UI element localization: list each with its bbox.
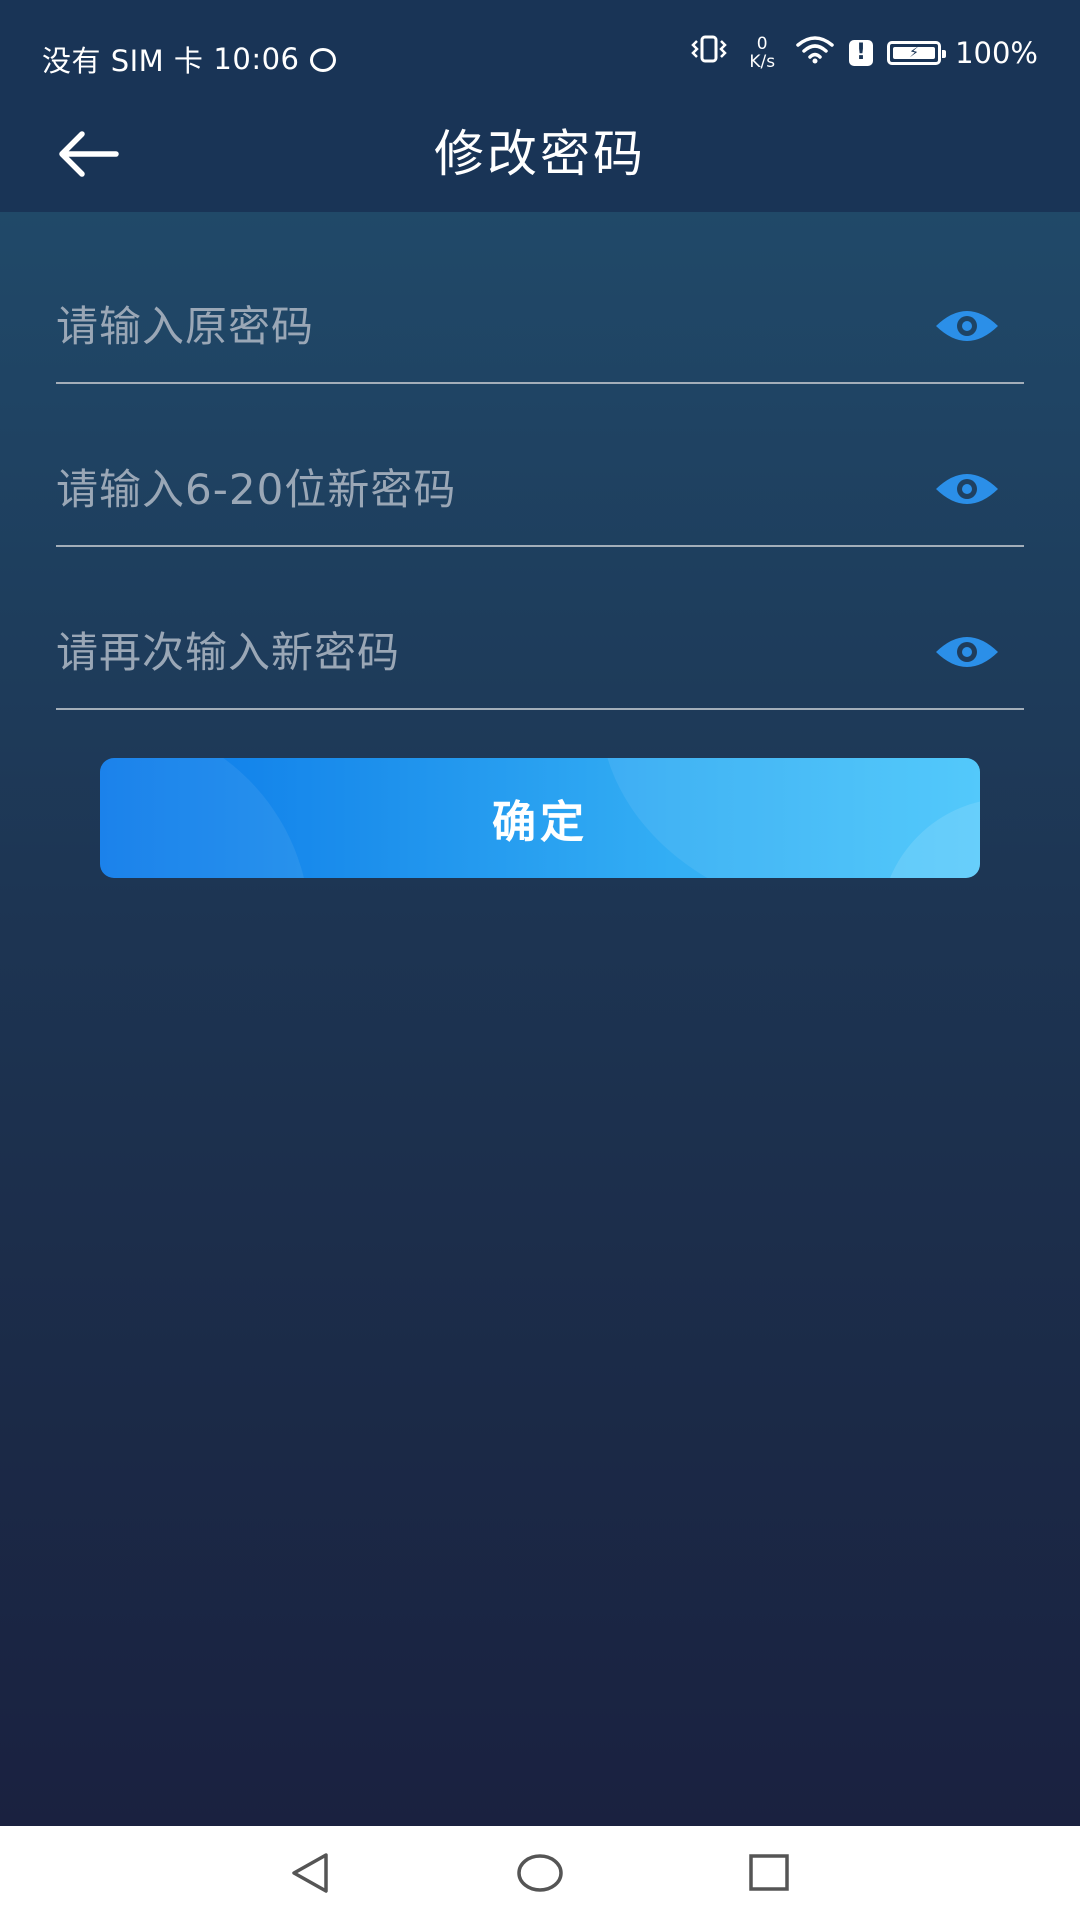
eye-icon[interactable] — [934, 306, 1000, 346]
nav-back-button[interactable] — [282, 1848, 338, 1898]
old-password-field — [56, 272, 1024, 384]
notification-face-icon — [309, 48, 336, 72]
eye-icon[interactable] — [934, 469, 1000, 509]
confirm-password-input[interactable] — [56, 598, 916, 706]
system-nav-bar — [0, 1826, 1080, 1920]
vibrate-icon — [689, 35, 729, 70]
status-left: 没有 SIM 卡 10:06 — [42, 38, 336, 80]
arrow-left-icon — [59, 131, 119, 177]
eye-icon[interactable] — [934, 632, 1000, 672]
new-password-field — [56, 435, 1024, 547]
app-screen: 没有 SIM 卡 10:06 0 K/s ! ⚡ 100% 修改密码 确定 — [0, 0, 1080, 1826]
nav-recents-button[interactable] — [741, 1848, 797, 1898]
carrier-text: 没有 SIM 卡 — [42, 44, 204, 78]
net-speed-value: 0 — [756, 33, 768, 54]
status-right: 0 K/s ! ⚡ 100% — [689, 34, 1038, 71]
status-bar: 没有 SIM 卡 10:06 0 K/s ! ⚡ 100% — [0, 0, 1080, 110]
confirm-password-field — [56, 598, 1024, 710]
wifi-icon — [795, 34, 835, 71]
confirm-button-label: 确定 — [492, 798, 588, 847]
alert-icon: ! — [849, 39, 874, 66]
new-password-input[interactable] — [56, 435, 916, 543]
old-password-input[interactable] — [56, 272, 916, 380]
page-title: 修改密码 — [434, 125, 646, 183]
net-speed-unit: K/s — [749, 51, 776, 72]
triangle-back-icon — [292, 1853, 328, 1893]
battery-percent: 100% — [955, 35, 1038, 70]
back-button[interactable] — [52, 118, 124, 190]
nav-home-button[interactable] — [512, 1848, 568, 1898]
battery-icon: ⚡ — [887, 40, 947, 65]
square-recents-icon — [749, 1854, 789, 1891]
clock: 10:06 — [213, 42, 300, 76]
top-bar: 没有 SIM 卡 10:06 0 K/s ! ⚡ 100% 修改密码 — [0, 0, 1080, 212]
circle-home-icon — [517, 1854, 563, 1892]
net-speed: 0 K/s — [749, 35, 775, 71]
confirm-button[interactable]: 确定 — [100, 758, 980, 878]
button-decoration — [100, 758, 310, 878]
